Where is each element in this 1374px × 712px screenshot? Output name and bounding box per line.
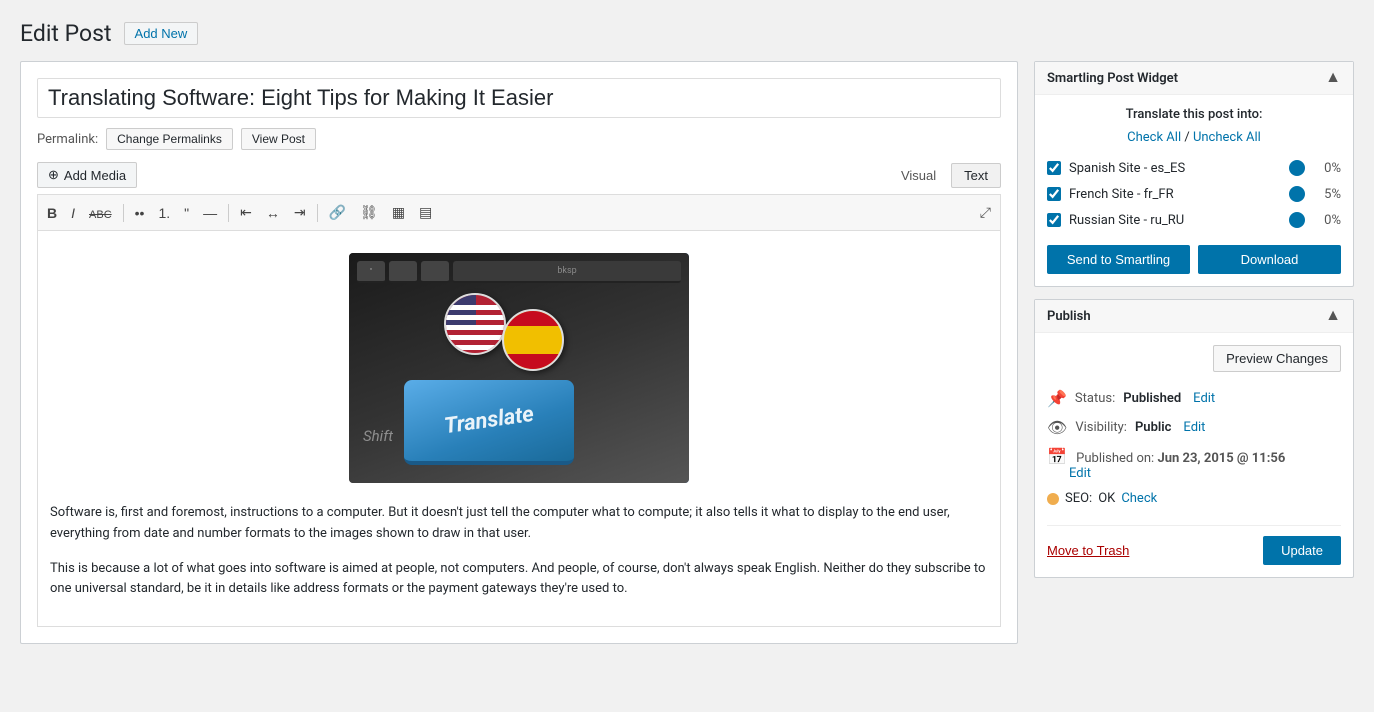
toolbar-separator-1	[123, 204, 124, 222]
visibility-label: Visibility:	[1075, 420, 1127, 435]
move-to-trash-button[interactable]: Move to Trash	[1047, 543, 1129, 558]
spanish-lang-name: Spanish Site - es_ES	[1069, 161, 1281, 176]
seo-row: SEO: OK Check	[1047, 486, 1341, 511]
permalink-row: Permalink: Change Permalinks View Post	[37, 128, 1001, 150]
content-paragraph-1: Software is, first and foremost, instruc…	[50, 503, 988, 545]
italic-button[interactable]: I	[66, 202, 80, 224]
russian-progress-dot	[1289, 212, 1305, 228]
status-edit-link[interactable]: Edit	[1193, 391, 1215, 406]
seo-value: OK	[1098, 491, 1115, 506]
unlink-button[interactable]: ⛓	[355, 201, 383, 224]
publish-status-row: 📌 Status: Published Edit	[1047, 384, 1341, 413]
spanish-checkbox[interactable]	[1047, 161, 1061, 175]
publish-visibility-row: 👁 Visibility: Public Edit	[1047, 413, 1341, 442]
align-center-button[interactable]: ↔	[261, 202, 285, 224]
publish-widget-header: Publish ▲	[1035, 300, 1353, 333]
bold-button[interactable]: B	[42, 202, 62, 224]
smartling-widget-header: Smartling Post Widget ▲	[1035, 62, 1353, 95]
check-uncheck-links: Check All / Uncheck All	[1047, 130, 1341, 145]
link-button[interactable]: 🔗	[324, 201, 351, 224]
strikethrough-button[interactable]: ABC	[84, 202, 117, 224]
editor-area: Permalink: Change Permalinks View Post ⊕…	[20, 61, 1018, 644]
seo-check-link[interactable]: Check	[1121, 491, 1157, 506]
uncheck-all-link[interactable]: Uncheck All	[1193, 130, 1261, 145]
add-new-button[interactable]: Add New	[124, 22, 199, 45]
status-pin-icon: 📌	[1047, 389, 1067, 408]
unordered-list-button[interactable]: ••	[130, 202, 150, 224]
blockquote-button[interactable]: "	[179, 202, 194, 224]
content-area[interactable]: " bksp Translate Shift	[37, 230, 1001, 627]
language-row-french: French Site - fr_FR 5%	[1047, 181, 1341, 207]
send-to-smartling-button[interactable]: Send to Smartling	[1047, 245, 1190, 274]
seo-status-dot	[1047, 493, 1059, 505]
ordered-list-button[interactable]: 1.	[153, 202, 175, 224]
russian-checkbox[interactable]	[1047, 213, 1061, 227]
smartling-widget-title: Smartling Post Widget	[1047, 71, 1178, 86]
editor-toolbar-top: ⊕ Add Media Visual Text	[37, 162, 1001, 188]
toolbar-separator-3	[317, 204, 318, 222]
spanish-progress-dot	[1289, 160, 1305, 176]
add-media-icon: ⊕	[48, 167, 59, 183]
post-title-input[interactable]	[37, 78, 1001, 118]
publish-widget-title: Publish	[1047, 309, 1091, 324]
calendar-icon: 📅	[1047, 447, 1067, 466]
toolbar-separator-2	[228, 204, 229, 222]
sidebar: Smartling Post Widget ▲ Translate this p…	[1034, 61, 1354, 578]
russian-progress-pct: 0%	[1313, 213, 1341, 228]
content-paragraph-2: This is because a lot of what goes into …	[50, 559, 988, 601]
permalink-label: Permalink:	[37, 132, 98, 147]
fullscreen-button[interactable]: ⤢	[975, 201, 996, 224]
french-lang-name: French Site - fr_FR	[1069, 187, 1281, 202]
visibility-edit-link[interactable]: Edit	[1183, 420, 1205, 435]
visibility-value: Public	[1135, 420, 1171, 435]
visual-text-tabs: Visual Text	[888, 163, 1001, 188]
content-text: Software is, first and foremost, instruc…	[50, 503, 988, 600]
smartling-widget: Smartling Post Widget ▲ Translate this p…	[1034, 61, 1354, 287]
smartling-widget-content: Translate this post into: Check All / Un…	[1035, 95, 1353, 286]
publish-collapse-button[interactable]: ▲	[1325, 308, 1341, 324]
spanish-progress-pct: 0%	[1313, 161, 1341, 176]
french-progress-pct: 5%	[1313, 187, 1341, 202]
content-image: " bksp Translate Shift	[50, 253, 988, 487]
formatting-toolbar: B I ABC •• 1. " — ⇤ ↔ ⇥ 🔗 ⛓ ▦ ▤ ⤢	[37, 194, 1001, 230]
align-left-button[interactable]: ⇤	[235, 201, 257, 224]
published-value: Jun 23, 2015 @ 11:56	[1157, 451, 1285, 466]
view-post-button[interactable]: View Post	[241, 128, 316, 150]
status-label: Status:	[1075, 391, 1115, 406]
publish-date-row: 📅 Published on: Jun 23, 2015 @ 11:56 Edi…	[1047, 442, 1341, 486]
custom-button[interactable]: ▤	[414, 201, 437, 224]
published-label: Published on:	[1076, 451, 1154, 466]
change-permalinks-button[interactable]: Change Permalinks	[106, 128, 233, 150]
download-button[interactable]: Download	[1198, 245, 1341, 274]
french-checkbox[interactable]	[1047, 187, 1061, 201]
published-edit-link[interactable]: Edit	[1069, 466, 1091, 481]
publish-footer: Move to Trash Update	[1047, 525, 1341, 565]
tab-text[interactable]: Text	[951, 163, 1001, 188]
page-title: Edit Post	[20, 20, 112, 47]
check-all-link[interactable]: Check All	[1127, 130, 1181, 145]
russian-lang-name: Russian Site - ru_RU	[1069, 213, 1281, 228]
visibility-eye-icon: 👁	[1047, 418, 1067, 437]
align-right-button[interactable]: ⇥	[289, 201, 311, 224]
hr-button[interactable]: —	[198, 202, 222, 224]
translate-keyboard-image: " bksp Translate Shift	[349, 253, 689, 483]
tab-visual[interactable]: Visual	[888, 163, 949, 188]
publish-widget: Publish ▲ Preview Changes 📌 Status: Publ…	[1034, 299, 1354, 578]
language-row-spanish: Spanish Site - es_ES 0%	[1047, 155, 1341, 181]
publish-widget-content: Preview Changes 📌 Status: Published Edit…	[1035, 333, 1353, 577]
translate-into-label: Translate this post into:	[1047, 107, 1341, 122]
preview-changes-row: Preview Changes	[1047, 345, 1341, 372]
smartling-collapse-button[interactable]: ▲	[1325, 70, 1341, 86]
smartling-actions: Send to Smartling Download	[1047, 245, 1341, 274]
table-button[interactable]: ▦	[387, 201, 410, 224]
language-row-russian: Russian Site - ru_RU 0%	[1047, 207, 1341, 233]
french-progress-dot	[1289, 186, 1305, 202]
preview-changes-button[interactable]: Preview Changes	[1213, 345, 1341, 372]
add-media-button[interactable]: ⊕ Add Media	[37, 162, 137, 188]
update-button[interactable]: Update	[1263, 536, 1341, 565]
seo-label: SEO:	[1065, 491, 1092, 506]
status-value: Published	[1123, 391, 1181, 406]
